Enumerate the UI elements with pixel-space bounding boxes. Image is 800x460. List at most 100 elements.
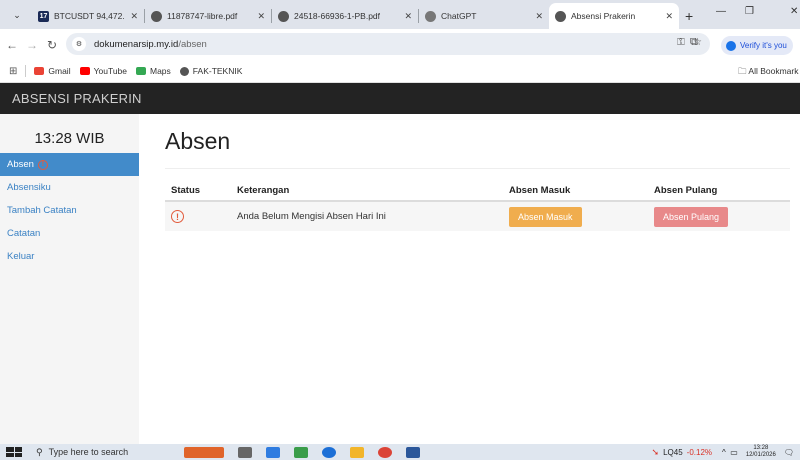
bookmark-label: FAK-TEKNIK (192, 66, 243, 76)
battery-icon[interactable]: ▭ (730, 448, 738, 457)
gmail-icon (34, 67, 45, 75)
taskbar-search[interactable]: ⚲ Type here to search (36, 444, 164, 460)
close-icon[interactable]: ✕ (535, 11, 543, 22)
youtube-icon (79, 67, 90, 75)
status-cell: ! (165, 201, 231, 231)
close-window-icon[interactable]: ✕ (790, 6, 798, 17)
page-title: Absen (165, 128, 231, 154)
apps-grid-icon[interactable]: ⊞ (9, 66, 17, 77)
app-header: ABSENSI PRAKERIN (0, 83, 800, 114)
all-bookmarks-button[interactable]: 🗀 All Bookmark (738, 66, 799, 80)
tradingview-icon: 17 (38, 10, 49, 22)
verify-profile-button[interactable]: Verify it's you (721, 36, 793, 55)
absen-masuk-cell: Absen Masuk (503, 201, 648, 231)
bookmark-maps[interactable]: Maps (136, 66, 171, 76)
password-key-icon[interactable]: ⚿ (677, 37, 685, 48)
windows-start-icon[interactable] (6, 447, 22, 457)
tray-time: 13:28 (753, 445, 769, 451)
close-icon[interactable]: ✕ (130, 11, 138, 22)
table-row: ! Anda Belum Mengisi Absen Hari Ini Abse… (165, 201, 790, 231)
tab-btcusdt[interactable]: 17 BTCUSDT 94,472.00 ▼ −0.14 ✕ (32, 3, 144, 29)
forward-icon[interactable]: → (24, 38, 40, 52)
address-bar[interactable]: ⚙ dokumenarsip.my.id/absen ⚿ ☆ (66, 33, 710, 55)
close-icon[interactable]: ✕ (665, 11, 673, 22)
sidebar: 13:28 WIB Absen ! Absensiku Tambah Catat… (0, 114, 139, 444)
close-icon[interactable]: ✕ (257, 11, 265, 22)
column-header-keterangan: Keterangan (231, 181, 503, 202)
tab-title: ChatGPT (441, 11, 477, 21)
maximize-icon[interactable]: ❐ (745, 6, 754, 17)
chrome-icon[interactable] (378, 446, 392, 458)
bookmark-label: Gmail (48, 66, 71, 76)
sidebar-item-tambah-catatan[interactable]: Tambah Catatan (0, 199, 139, 222)
sidebar-item-label: Absen (7, 159, 34, 170)
browser-tab-bar: ⌄ 17 BTCUSDT 94,472.00 ▼ −0.14 ✕ 1187874… (0, 0, 800, 29)
tab-pdf-2[interactable]: 24518-66936-1-PB.pdf ✕ (272, 3, 418, 29)
edge-icon[interactable] (322, 446, 336, 458)
notification-icon[interactable]: 🗨 (784, 448, 794, 457)
keterangan-cell: Anda Belum Mengisi Absen Hari Ini (231, 201, 503, 231)
tab-title: 11878747-libre.pdf (167, 11, 238, 21)
maps-icon (136, 67, 146, 75)
column-header-absen-masuk: Absen Masuk (503, 181, 648, 202)
task-view-icon[interactable] (238, 446, 252, 458)
tab-pdf-1[interactable]: 11878747-libre.pdf ✕ (145, 3, 271, 29)
site-info-icon[interactable]: ⚙ (72, 37, 86, 51)
column-header-status: Status (165, 181, 231, 202)
sidebar-item-label: Tambah Catatan (7, 205, 77, 216)
bookmark-label: Maps (150, 66, 171, 76)
sidebar-item-absen[interactable]: Absen ! (0, 153, 139, 176)
bookmark-youtube[interactable]: YouTube (79, 66, 127, 76)
warning-icon: ! (37, 159, 48, 170)
close-icon[interactable]: ✕ (404, 11, 412, 22)
title-divider (165, 168, 790, 169)
bookmark-fak-teknik[interactable]: FAK-TEKNIK (179, 66, 243, 76)
tab-title: Absensi Prakerin (571, 11, 636, 21)
url-path: /absen (178, 38, 207, 50)
absen-pulang-cell: Absen Pulang (648, 201, 790, 231)
new-tab-icon[interactable]: + (685, 8, 693, 24)
sidebar-item-keluar[interactable]: Keluar (0, 245, 139, 268)
clock: 13:28 WIB (34, 129, 105, 147)
bookmark-divider (25, 65, 27, 77)
stock-down-icon: ➘ (651, 446, 660, 457)
globe-icon (179, 66, 189, 76)
tray-date: 12/01/2026 (745, 452, 776, 458)
ticker-name[interactable]: LQ45 (663, 448, 683, 457)
tab-chatgpt[interactable]: ChatGPT ✕ (419, 3, 549, 29)
file-explorer-icon[interactable] (350, 446, 364, 458)
main-content: Absen Status Keterangan Absen Masuk Abse… (165, 114, 790, 231)
ticker-change: -0.12% (686, 447, 713, 457)
minimize-icon[interactable]: — (716, 6, 726, 17)
sidebar-item-label: Absensiku (7, 182, 51, 193)
globe-icon (555, 10, 566, 22)
absen-masuk-button[interactable]: Absen Masuk (509, 206, 582, 227)
tray-chevron-icon[interactable]: ^ (722, 448, 726, 457)
absen-pulang-button[interactable]: Absen Pulang (654, 206, 729, 227)
chatgpt-icon (425, 10, 436, 22)
brand-title: ABSENSI PRAKERIN (12, 91, 142, 106)
copilot-icon[interactable] (266, 446, 280, 458)
tab-search-icon[interactable]: ⌄ (6, 4, 28, 26)
globe-icon (151, 10, 162, 22)
tab-title: BTCUSDT 94,472.00 ▼ −0.14 (54, 11, 124, 21)
warning-icon: ! (171, 210, 184, 223)
windows-taskbar: ⚲ Type here to search ➘ LQ45 -0.12% ^ ▭ … (0, 444, 800, 460)
word-icon[interactable] (406, 446, 420, 458)
reload-icon[interactable]: ↻ (44, 38, 60, 52)
weather-widget-icon[interactable] (184, 446, 224, 458)
sidebar-item-label: Keluar (7, 251, 35, 262)
extensions-icon[interactable]: ⧉ (690, 36, 698, 49)
tab-absensi-prakerin[interactable]: Absensi Prakerin ✕ (549, 3, 679, 29)
attendance-table: Status Keterangan Absen Masuk Absen Pula… (165, 181, 790, 231)
table-header-row: Status Keterangan Absen Masuk Absen Pula… (165, 181, 790, 202)
app-icon[interactable] (294, 446, 308, 458)
back-icon[interactable]: ← (4, 38, 20, 52)
bookmark-label: YouTube (93, 66, 127, 76)
tab-title: 24518-66936-1-PB.pdf (294, 11, 381, 21)
bookmark-gmail[interactable]: Gmail (34, 66, 71, 76)
sidebar-item-absensiku[interactable]: Absensiku (0, 176, 139, 199)
sidebar-item-catatan[interactable]: Catatan (0, 222, 139, 245)
search-icon: ⚲ (36, 446, 43, 457)
tray-clock[interactable]: 13:28 12/01/2026 (746, 445, 776, 459)
